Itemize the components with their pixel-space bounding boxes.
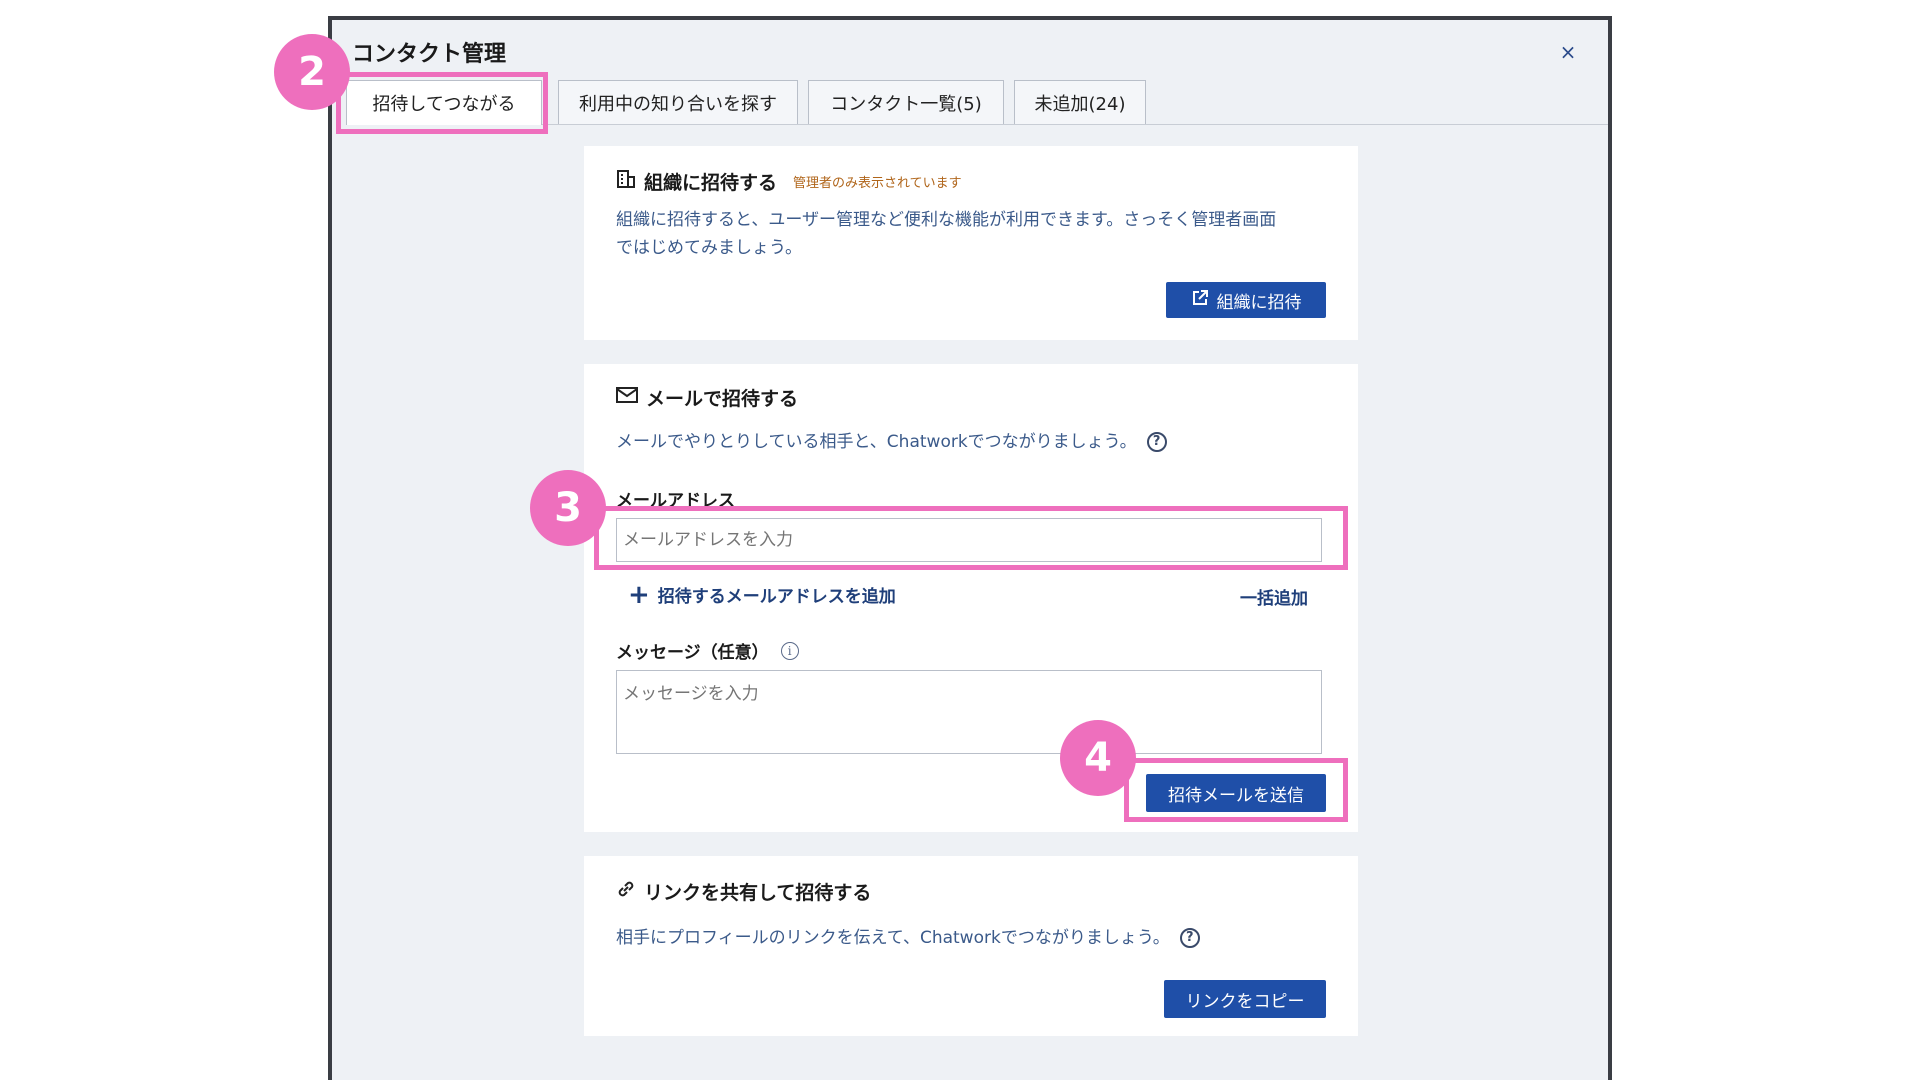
email-address-input[interactable] <box>616 518 1322 562</box>
email-invite-title: メールで招待する <box>646 388 799 410</box>
step-3-badge: 3 <box>530 470 606 546</box>
add-email-address-link[interactable]: + 招待するメールアドレスを追加 <box>628 579 896 610</box>
info-icon[interactable]: i <box>780 641 799 660</box>
link-invite-card: リンクを共有して招待する 相手にプロフィールのリンクを伝えて、Chatworkで… <box>584 856 1358 1036</box>
link-invite-heading: リンクを共有して招待する <box>616 878 871 905</box>
link-invite-description-row: 相手にプロフィールのリンクを伝えて、Chatworkでつながりましょう。? <box>616 924 1200 952</box>
send-invite-email-button[interactable]: 招待メールを送信 <box>1146 774 1326 812</box>
org-invite-title: 組織に招待する <box>644 172 778 194</box>
org-invite-heading: 組織に招待する 管理者のみ表示されています <box>616 168 962 195</box>
email-invite-card: メールで招待する メールでやりとりしている相手と、Chatworkでつながりまし… <box>584 364 1358 832</box>
link-invite-description: 相手にプロフィールのリンクを伝えて、Chatworkでつながりましょう。 <box>616 928 1170 948</box>
invite-to-org-button[interactable]: 組織に招待 <box>1166 282 1326 318</box>
external-link-icon <box>1191 289 1209 312</box>
message-label: メッセージ（任意） <box>616 643 769 663</box>
org-invite-description: 組織に招待すると、ユーザー管理など便利な機能が利用できます。さっそく管理者画面 … <box>616 206 1276 262</box>
bulk-add-link[interactable]: 一括追加 <box>1240 584 1308 609</box>
mail-icon <box>616 386 638 409</box>
copy-link-button[interactable]: リンクをコピー <box>1164 980 1326 1018</box>
tab-bar: 招待してつながる 利用中の知り合いを探す コンタクト一覧(5) 未追加(24) <box>346 80 1608 125</box>
org-invite-description-line2: ではじめてみましょう。 <box>616 238 802 258</box>
dialog-title: コンタクト管理 <box>352 42 507 67</box>
plus-icon: + <box>628 579 650 610</box>
close-icon[interactable]: × <box>1556 40 1580 64</box>
help-icon[interactable]: ? <box>1146 432 1167 452</box>
step-2-badge: 2 <box>274 34 350 110</box>
email-invite-description-row: メールでやりとりしている相手と、Chatworkでつながりましょう。? <box>616 428 1167 456</box>
help-icon[interactable]: ? <box>1179 928 1200 948</box>
link-icon <box>616 879 636 904</box>
add-email-address-label: 招待するメールアドレスを追加 <box>657 587 896 607</box>
admin-only-note: 管理者のみ表示されています <box>793 176 962 191</box>
link-invite-title: リンクを共有して招待する <box>644 882 872 904</box>
email-invite-description: メールでやりとりしている相手と、Chatworkでつながりましょう。 <box>616 432 1137 452</box>
tab-invite-connect[interactable]: 招待してつながる <box>346 80 542 125</box>
email-address-label: メールアドレス <box>616 491 735 511</box>
tab-find-acquaintances[interactable]: 利用中の知り合いを探す <box>558 80 798 124</box>
org-invite-card: 組織に招待する 管理者のみ表示されています 組織に招待すると、ユーザー管理など便… <box>584 146 1358 340</box>
message-textarea[interactable] <box>616 670 1322 754</box>
email-invite-heading: メールで招待する <box>616 384 798 411</box>
tab-not-added[interactable]: 未追加(24) <box>1014 80 1146 124</box>
step-4-badge: 4 <box>1060 720 1136 796</box>
building-icon <box>616 169 636 194</box>
invite-to-org-label: 組織に招待 <box>1216 292 1302 313</box>
message-label-row: メッセージ（任意） i <box>616 638 799 663</box>
org-invite-description-line1: 組織に招待すると、ユーザー管理など便利な機能が利用できます。さっそく管理者画面 <box>616 210 1277 230</box>
tab-contact-list[interactable]: コンタクト一覧(5) <box>808 80 1004 124</box>
